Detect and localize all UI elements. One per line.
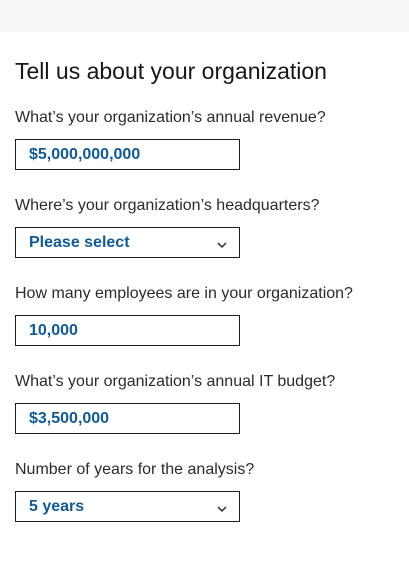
analysis-years-label: Number of years for the analysis? bbox=[15, 461, 255, 478]
headquarters-select[interactable]: Please select bbox=[15, 227, 240, 258]
employees-value: 10,000 bbox=[29, 321, 78, 339]
chevron-down-icon bbox=[217, 241, 227, 248]
it-budget-label: What’s your organization’s annual IT bud… bbox=[15, 373, 336, 390]
organization-form: Tell us about your organization What’s y… bbox=[15, 56, 395, 522]
headquarters-value: Please select bbox=[29, 233, 130, 251]
chevron-down-icon bbox=[217, 505, 227, 512]
headquarters-field: Where’s your organization’s headquarters… bbox=[15, 196, 395, 258]
analysis-years-field: Number of years for the analysis? 5 year… bbox=[15, 460, 395, 522]
headquarters-label: Where’s your organization’s headquarters… bbox=[15, 197, 320, 214]
analysis-years-value: 5 years bbox=[29, 497, 85, 515]
employees-label: How many employees are in your organizat… bbox=[15, 285, 353, 302]
revenue-value: $5,000,000,000 bbox=[29, 145, 141, 163]
revenue-label: What’s your organization’s annual revenu… bbox=[15, 109, 326, 126]
it-budget-field: What’s your organization’s annual IT bud… bbox=[15, 372, 395, 434]
form-title: Tell us about your organization bbox=[15, 58, 327, 84]
it-budget-value: $3,500,000 bbox=[29, 409, 110, 427]
revenue-field: What’s your organization’s annual revenu… bbox=[15, 108, 395, 170]
employees-input[interactable]: 10,000 bbox=[15, 315, 240, 346]
employees-field: How many employees are in your organizat… bbox=[15, 284, 395, 346]
it-budget-input[interactable]: $3,500,000 bbox=[15, 403, 240, 434]
revenue-input[interactable]: $5,000,000,000 bbox=[15, 139, 240, 170]
top-strip bbox=[0, 0, 409, 32]
analysis-years-select[interactable]: 5 years bbox=[15, 491, 240, 522]
